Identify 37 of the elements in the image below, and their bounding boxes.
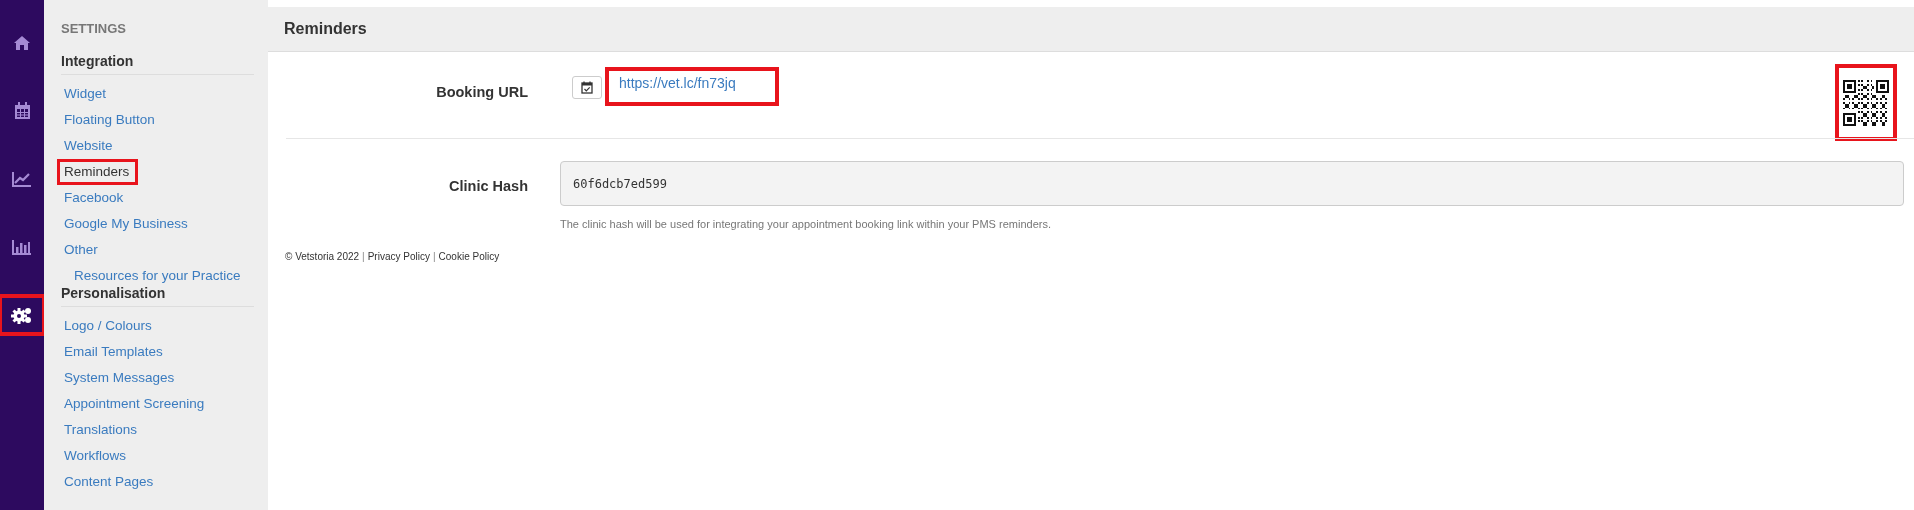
sidebar-link[interactable]: Resources for your Practice xyxy=(67,263,248,285)
sidebar-link[interactable]: Google My Business xyxy=(57,211,195,237)
sidebar-link[interactable]: System Messages xyxy=(57,365,182,391)
bar-chart-icon xyxy=(12,239,32,255)
help-text: The clinic hash will be used for integrating your appointment booking link within your PMS reminders. xyxy=(560,218,1052,230)
sidebar-link[interactable]: Floating Button xyxy=(57,107,162,133)
sidebar-link[interactable]: Workflows xyxy=(57,443,133,469)
cookie-policy-link[interactable]: Cookie Policy xyxy=(438,251,500,262)
privacy-policy-link[interactable]: Privacy Policy xyxy=(367,251,430,262)
separator: | xyxy=(362,251,365,262)
section-heading: Personalisation xyxy=(61,285,254,307)
sidebar-link[interactable]: Content Pages xyxy=(57,469,161,495)
clinic-hash-field[interactable]: 60f6dcb7ed599 xyxy=(560,161,1904,206)
calendar-check-icon xyxy=(581,81,593,94)
page-title: Reminders xyxy=(284,20,367,38)
section-heading: Integration xyxy=(61,53,254,75)
separator: | xyxy=(432,251,436,262)
sidebar-link[interactable]: Logo / Colours xyxy=(57,313,159,339)
booking-url-link[interactable]: https://vet.lc/fn73jq xyxy=(605,67,779,106)
sidebar-link[interactable]: Other xyxy=(57,237,105,263)
sidebar-link[interactable]: Facebook xyxy=(57,185,131,211)
field-label: Clinic Hash xyxy=(448,177,528,196)
sidebar-link[interactable]: Reminders xyxy=(57,159,139,185)
sidebar-link[interactable]: Appointment Screening xyxy=(57,391,212,417)
sidebar-link[interactable]: Website xyxy=(57,133,120,159)
settings-icon xyxy=(11,306,33,324)
calendar-button[interactable] xyxy=(572,76,602,99)
home-icon xyxy=(13,35,31,51)
qr-code xyxy=(1843,79,1889,126)
field-label: Booking URL xyxy=(435,83,528,102)
sidebar-link[interactable]: Email Templates xyxy=(57,339,170,365)
sidebar-link[interactable]: Widget xyxy=(57,81,114,107)
sidebar-link[interactable]: Translations xyxy=(57,417,145,443)
copyright-text: © Vetstoria 2022 xyxy=(285,251,360,262)
sidebar-title: SETTINGS xyxy=(61,21,127,36)
calendar-icon xyxy=(13,102,31,120)
line-chart-icon xyxy=(12,171,32,187)
